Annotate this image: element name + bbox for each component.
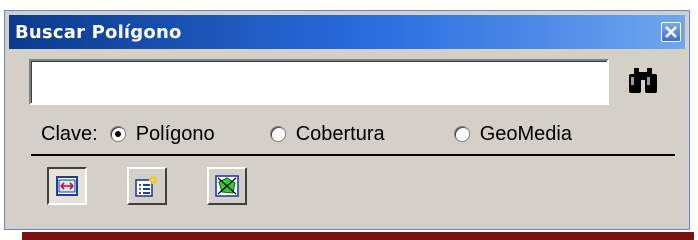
- binoculars-icon: [629, 68, 657, 93]
- zoom-extent-icon: [56, 176, 78, 196]
- radio-label-geomedia: GeoMedia: [479, 122, 572, 145]
- close-icon: [665, 26, 677, 38]
- close-button[interactable]: [661, 22, 681, 42]
- title-bar[interactable]: Buscar Polígono: [9, 15, 685, 49]
- zoom-extent-button[interactable]: [47, 167, 87, 205]
- radio-button-cobertura[interactable]: [269, 126, 286, 142]
- search-row: [29, 59, 679, 107]
- polygon-select-button[interactable]: [207, 167, 247, 205]
- polygon-select-icon: [215, 175, 239, 197]
- background-shadow-band: [22, 232, 694, 240]
- clave-label: Clave:: [41, 122, 98, 145]
- radio-label-cobertura: Cobertura: [295, 122, 385, 145]
- find-button[interactable]: [623, 61, 663, 101]
- radio-button-geomedia[interactable]: [453, 126, 470, 142]
- add-list-button[interactable]: [127, 167, 167, 205]
- radio-geomedia[interactable]: GeoMedia: [453, 122, 572, 146]
- clave-options: Clave: Polígono Cobertura GeoMedia: [41, 119, 572, 149]
- radio-label-poligono: Polígono: [135, 122, 215, 145]
- buscar-poligono-window: Buscar Polígono Clave: Polígono Cobertur…: [4, 10, 690, 230]
- radio-poligono[interactable]: Polígono: [109, 122, 270, 146]
- window-title: Buscar Polígono: [15, 21, 182, 43]
- divider: [31, 154, 675, 156]
- radio-button-poligono[interactable]: [109, 126, 126, 142]
- add-list-icon: [135, 176, 157, 197]
- search-input[interactable]: [29, 59, 609, 105]
- radio-cobertura[interactable]: Cobertura: [269, 122, 454, 146]
